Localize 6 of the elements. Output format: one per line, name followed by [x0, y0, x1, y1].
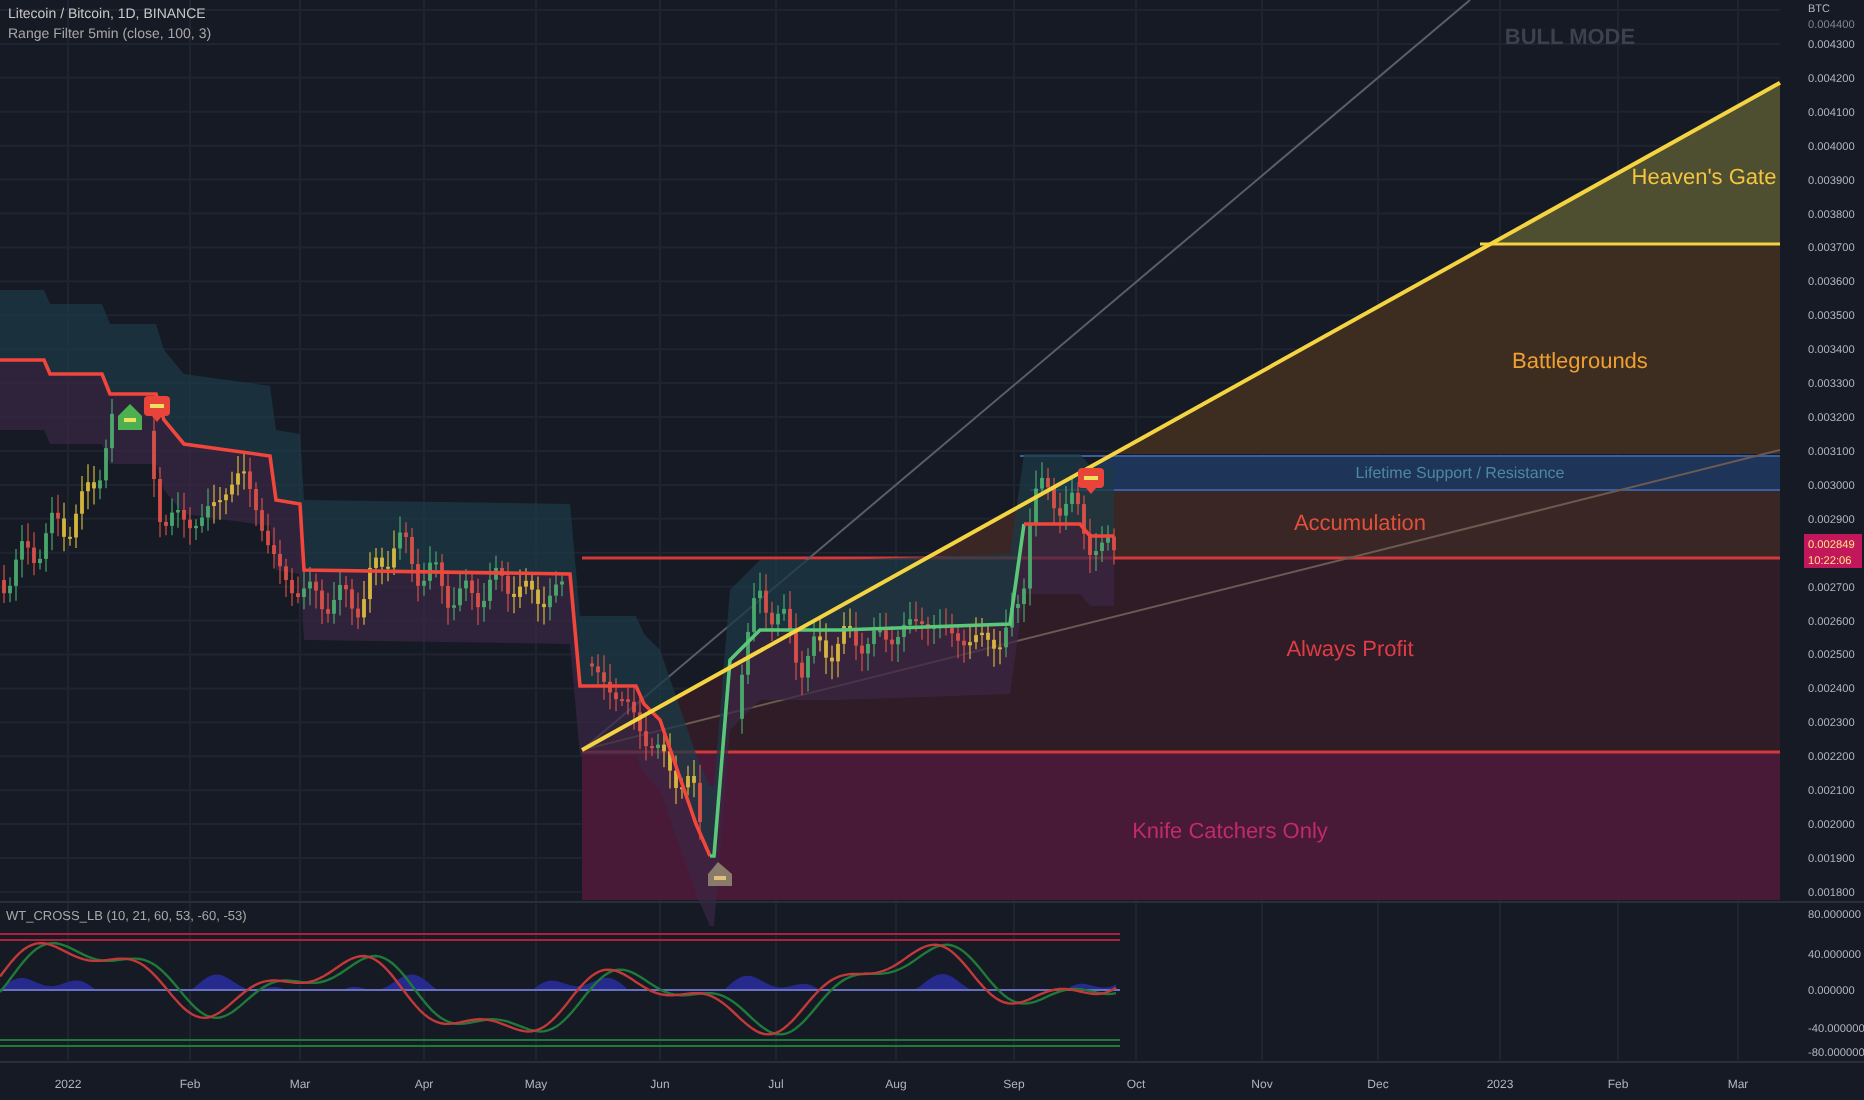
zone-label: Battlegrounds: [1512, 350, 1648, 374]
zone-label: Always Profit: [1286, 638, 1414, 662]
zone-label: Knife Catchers Only: [1132, 820, 1328, 844]
zone-label: Lifetime Support / Resistance: [1355, 464, 1565, 482]
zone-label: Accumulation: [1293, 512, 1427, 536]
zone-label: Heaven's Gate: [1631, 166, 1777, 190]
